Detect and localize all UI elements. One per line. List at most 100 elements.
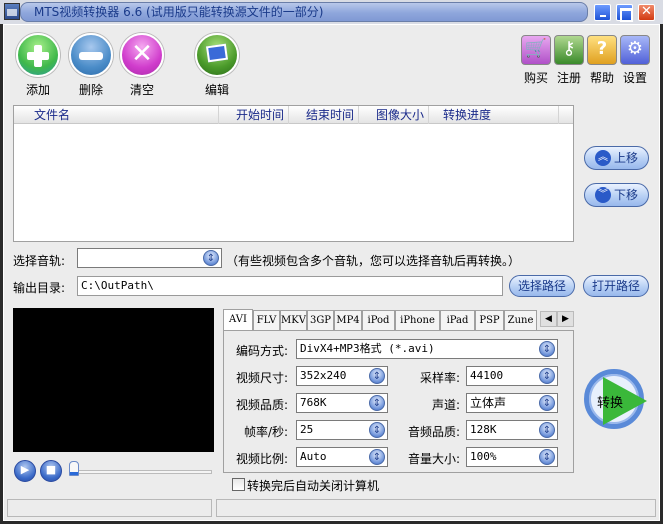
convert-button[interactable]: 转换: [584, 369, 647, 429]
video-quality-value: 768K: [300, 396, 327, 409]
frame-rate-label: 帧率/秒:: [244, 425, 289, 439]
video-size-value: 352x240: [300, 369, 347, 382]
tab-avi[interactable]: AVI: [223, 309, 253, 330]
app-window: MTS视频转换器 6.6 (试用版只能转换源文件的一部分) 添加 删除 ✕ 清空…: [0, 0, 663, 524]
video-quality-select[interactable]: 768K: [296, 393, 388, 413]
dropdown-icon: [539, 395, 555, 412]
status-bar-right: [216, 499, 656, 517]
edit-icon: [195, 33, 239, 77]
move-down-button[interactable]: ︾ 下移: [584, 183, 649, 207]
choose-path-button[interactable]: 选择路径: [509, 275, 575, 297]
stop-button[interactable]: ■: [40, 460, 62, 482]
edit-button[interactable]: 编辑: [193, 33, 241, 98]
audio-quality-label: 音频品质:: [408, 425, 461, 439]
settings-button[interactable]: ⚙ 设置: [618, 35, 652, 86]
help-label: 帮助: [589, 71, 614, 85]
move-up-label: 上移: [613, 151, 638, 165]
output-dir-label: 输出目录:: [13, 281, 66, 295]
buy-button[interactable]: 🛒 购买: [519, 35, 553, 86]
tab-3gp[interactable]: 3GP: [307, 310, 334, 330]
volume-select[interactable]: 100%: [466, 447, 558, 467]
column-image-size[interactable]: 图像大小: [359, 106, 429, 124]
add-label: 添加: [25, 83, 50, 97]
auto-shutdown-checkbox[interactable]: [232, 478, 245, 491]
settings-label: 设置: [622, 71, 647, 85]
channels-value: 立体声: [470, 396, 507, 410]
key-icon: ⚷: [554, 35, 584, 65]
dropdown-icon: [539, 449, 555, 466]
tab-scroll-right[interactable]: ▶: [557, 311, 574, 327]
status-bar-left: [7, 499, 212, 517]
move-down-label: 下移: [613, 188, 638, 202]
sample-rate-select[interactable]: 44100: [466, 366, 558, 386]
channels-select[interactable]: 立体声: [466, 393, 558, 413]
tab-ipod[interactable]: iPod: [362, 310, 395, 330]
clear-button[interactable]: ✕ 清空: [118, 33, 166, 98]
minimize-button[interactable]: [594, 4, 611, 21]
column-progress[interactable]: 转换进度: [429, 106, 559, 124]
tab-flv[interactable]: FLV: [253, 310, 280, 330]
move-up-button[interactable]: ︽ 上移: [584, 146, 649, 170]
tools-icon: ⚙: [620, 35, 650, 65]
tab-iphone[interactable]: iPhone: [395, 310, 440, 330]
dropdown-icon: [203, 250, 219, 267]
maximize-button[interactable]: [616, 4, 633, 22]
register-label: 注册: [556, 71, 581, 85]
open-path-button[interactable]: 打开路径: [583, 275, 649, 297]
auto-shutdown-label: 转换完后自动关闭计算机: [247, 479, 380, 493]
sample-rate-label: 采样率:: [420, 371, 461, 385]
buy-label: 购买: [523, 71, 548, 85]
video-size-select[interactable]: 352x240: [296, 366, 388, 386]
tab-mp4[interactable]: MP4: [334, 310, 362, 330]
output-dir-input[interactable]: C:\OutPath\: [77, 276, 503, 296]
tab-scroll-left[interactable]: ◀: [540, 311, 557, 327]
help-icon: ?: [587, 35, 617, 65]
tab-zune[interactable]: Zune: [504, 310, 537, 330]
dropdown-icon: [369, 449, 385, 466]
tab-mkv[interactable]: MKV: [280, 310, 307, 330]
seek-slider-thumb[interactable]: [69, 461, 79, 476]
seek-track[interactable]: [69, 470, 212, 474]
title-bar[interactable]: MTS视频转换器 6.6 (试用版只能转换源文件的一部分): [0, 0, 663, 24]
audio-quality-select[interactable]: 128K: [466, 420, 558, 440]
convert-label: 转换: [597, 396, 624, 411]
help-button[interactable]: ? 帮助: [585, 35, 619, 86]
stop-icon: ■: [45, 463, 57, 476]
clear-label: 清空: [129, 83, 154, 97]
tab-psp[interactable]: PSP: [475, 310, 504, 330]
dropdown-icon: [369, 395, 385, 412]
audio-track-select[interactable]: [77, 248, 222, 268]
video-quality-label: 视频品质:: [236, 398, 289, 412]
file-list-header: 文件名 开始时间 结束时间 图像大小 转换进度: [14, 106, 573, 124]
audio-track-label: 选择音轨:: [13, 254, 66, 268]
volume-value: 100%: [470, 450, 497, 463]
dropdown-icon: [369, 422, 385, 439]
aspect-ratio-select[interactable]: Auto: [296, 447, 388, 467]
video-preview: [13, 308, 214, 452]
column-end-time[interactable]: 结束时间: [289, 106, 359, 124]
add-button[interactable]: 添加: [14, 33, 62, 98]
codec-select[interactable]: DivX4+MP3格式 (*.avi): [296, 339, 558, 359]
delete-label: 删除: [78, 83, 103, 97]
column-start-time[interactable]: 开始时间: [219, 106, 289, 124]
sample-rate-value: 44100: [470, 369, 504, 382]
play-icon: ▶: [20, 463, 30, 476]
column-filename[interactable]: 文件名: [14, 106, 219, 124]
dropdown-icon: [369, 368, 385, 385]
dropdown-icon: [539, 341, 555, 358]
tab-ipad[interactable]: iPad: [440, 310, 475, 330]
volume-label: 音量大小:: [408, 452, 461, 466]
codec-value: DivX4+MP3格式 (*.avi): [300, 342, 435, 355]
dropdown-icon: [539, 368, 555, 385]
file-list[interactable]: 文件名 开始时间 结束时间 图像大小 转换进度: [13, 105, 574, 242]
video-size-label: 视频尺寸:: [236, 371, 289, 385]
frame-rate-select[interactable]: 25: [296, 420, 388, 440]
double-chevron-down-icon: ︾: [594, 186, 611, 203]
codec-label: 编码方式:: [236, 344, 289, 358]
register-button[interactable]: ⚷ 注册: [552, 35, 586, 86]
play-button[interactable]: ▶: [14, 460, 36, 482]
edit-label: 编辑: [204, 83, 229, 97]
delete-button[interactable]: 删除: [67, 33, 115, 98]
close-button[interactable]: [638, 4, 655, 21]
app-icon: [4, 3, 20, 20]
